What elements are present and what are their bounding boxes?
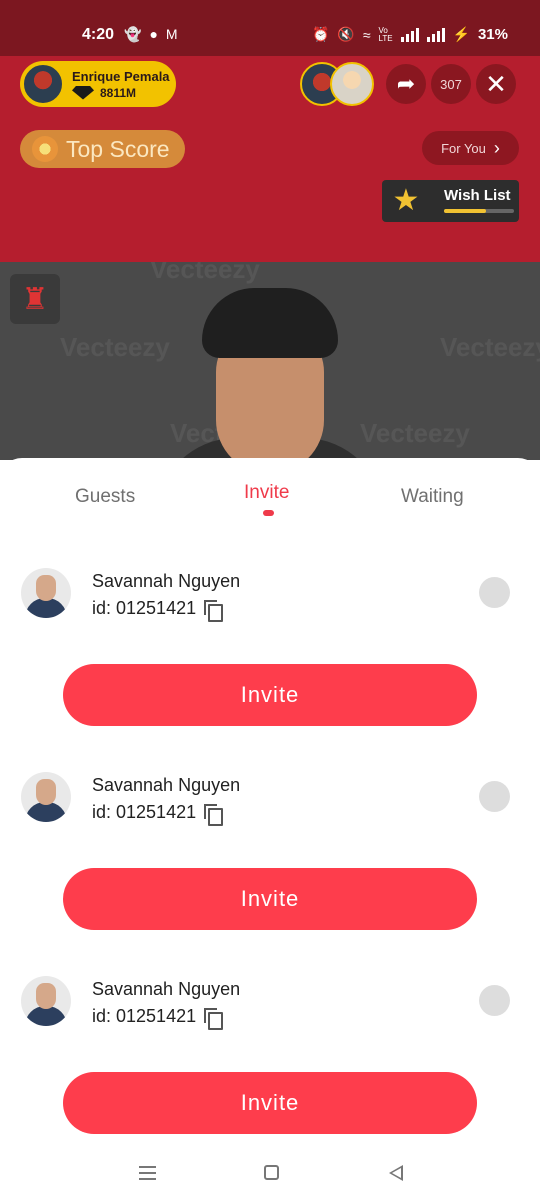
select-radio[interactable] <box>479 781 510 812</box>
live-header: Enrique Pemala 8811M ➦ 307 ✕ Top Score F… <box>0 56 540 262</box>
snapchat-icon: 👻 <box>124 26 142 42</box>
game-button[interactable]: ♜ <box>10 274 60 324</box>
home-icon[interactable] <box>264 1165 279 1180</box>
chess-rook-icon: ♜ <box>21 282 49 316</box>
copy-icon[interactable] <box>204 1007 224 1030</box>
close-button[interactable]: ✕ <box>476 64 516 104</box>
viewer-avatars[interactable] <box>300 62 376 108</box>
for-you-button[interactable]: For You › <box>422 131 519 165</box>
wish-list-button[interactable]: ★ Wish List <box>382 180 519 222</box>
mute-icon: 🔇 <box>337 26 355 42</box>
notification-icons: 👻 ● M <box>124 26 178 43</box>
share-button[interactable]: ➦ <box>386 64 426 104</box>
watermark: Vecteezy <box>60 332 170 362</box>
watermark: Vecteezy <box>360 418 470 448</box>
select-radio[interactable] <box>479 577 510 608</box>
for-you-label: For You <box>441 140 486 156</box>
wish-list-progress-fill <box>444 209 486 213</box>
trophy-icon <box>32 136 58 162</box>
status-time: 4:20 <box>82 26 115 43</box>
tab-guests[interactable]: Guests <box>75 486 135 508</box>
avatar <box>21 976 71 1026</box>
user-id: id: 01251421 <box>92 598 197 618</box>
list-item: Savannah Nguyen id: 01251421 <box>0 976 540 1036</box>
system-nav-bar <box>0 1148 540 1200</box>
user-name: Savannah Nguyen <box>92 979 241 999</box>
chat-icon: ● <box>149 26 158 42</box>
avatar <box>21 568 71 618</box>
copy-icon[interactable] <box>204 803 224 826</box>
host-profile[interactable]: Enrique Pemala 8811M <box>20 61 176 107</box>
share-icon: ➦ <box>396 71 416 96</box>
battery-level: 31% <box>477 26 508 43</box>
alarm-icon: ⏰ <box>311 26 330 42</box>
invite-button[interactable]: Invite <box>63 1072 477 1134</box>
active-tab-indicator <box>263 510 274 516</box>
watermark: Vecteezy <box>150 262 260 284</box>
chevron-right-icon: › <box>493 137 500 158</box>
user-name: Savannah Nguyen <box>92 775 241 795</box>
top-score-button[interactable]: Top Score <box>20 130 185 168</box>
tab-waiting[interactable]: Waiting <box>401 486 464 508</box>
host-video-face <box>156 288 384 460</box>
host-coins: 8811M <box>72 85 170 100</box>
host-coins-value: 8811M <box>100 85 137 100</box>
close-icon: ✕ <box>485 68 507 99</box>
star-badge-icon: ★ <box>392 184 420 217</box>
invite-button[interactable]: Invite <box>63 868 477 930</box>
gmail-icon: M <box>165 26 178 42</box>
invite-button[interactable]: Invite <box>63 664 477 726</box>
user-name: Savannah Nguyen <box>92 571 241 591</box>
system-status-icons: ⏰ 🔇 ≈ Vo LTE ⚡ 31% <box>312 26 508 43</box>
live-video: Vecteezy Vecteezy Vecteezy Vecteezy Vect… <box>0 262 540 460</box>
copy-icon[interactable] <box>204 599 224 622</box>
wish-list-progress <box>444 209 514 213</box>
wish-list-label: Wish List <box>444 187 511 204</box>
user-id: id: 01251421 <box>92 1006 197 1026</box>
signal-icon <box>400 27 419 42</box>
viewer-avatar <box>330 62 374 106</box>
user-id: id: 01251421 <box>92 802 197 822</box>
signal-icon <box>426 27 445 42</box>
charging-icon: ⚡ <box>452 26 470 42</box>
viewer-count-button[interactable]: 307 <box>431 64 471 104</box>
watermark: Vecteezy <box>440 332 540 362</box>
avatar <box>21 772 71 822</box>
recent-apps-icon[interactable] <box>139 1166 156 1180</box>
top-score-label: Top Score <box>66 135 170 162</box>
status-bar: 4:20 👻 ● M ⏰ 🔇 ≈ Vo LTE ⚡ 31% <box>0 0 540 56</box>
invite-sheet: Guests Invite Waiting Savannah Nguyen id… <box>0 458 540 1200</box>
wifi-icon: ≈ <box>362 26 371 43</box>
list-item: Savannah Nguyen id: 01251421 <box>0 568 540 628</box>
list-item: Savannah Nguyen id: 01251421 <box>0 772 540 832</box>
host-name: Enrique Pemala <box>72 68 170 84</box>
host-avatar <box>22 63 64 105</box>
back-icon[interactable] <box>389 1165 403 1181</box>
tab-invite[interactable]: Invite <box>244 482 289 504</box>
diamond-icon <box>72 85 94 100</box>
select-radio[interactable] <box>479 985 510 1016</box>
viewer-count: 307 <box>440 76 462 92</box>
volte-icon: Vo LTE <box>378 25 393 43</box>
